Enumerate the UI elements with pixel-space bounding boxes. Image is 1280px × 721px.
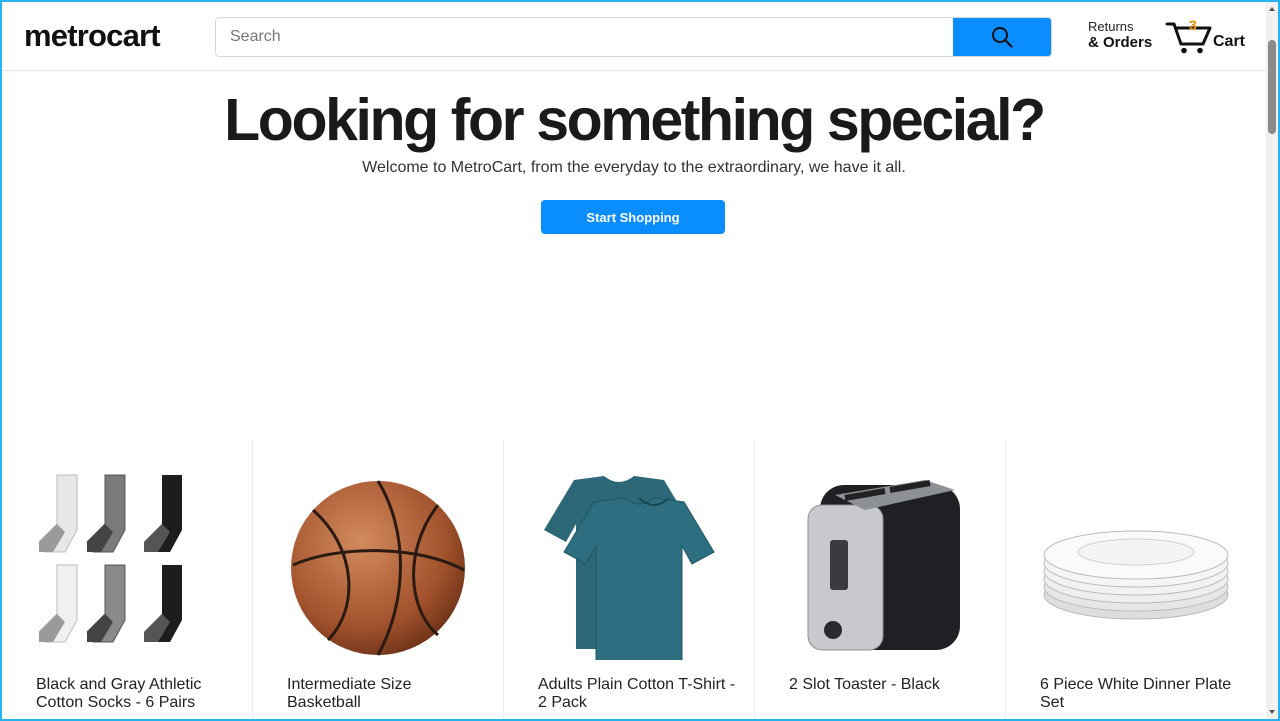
socks-image bbox=[38, 474, 182, 643]
basketball-image bbox=[291, 480, 465, 656]
orders-label: & Orders bbox=[1088, 34, 1153, 51]
site-logo[interactable]: metrocart bbox=[24, 18, 161, 54]
product-card[interactable]: 2 Slot Toaster - Black bbox=[755, 440, 1006, 719]
plates-image bbox=[1043, 530, 1229, 620]
page-scrollbar[interactable] bbox=[1266, 2, 1278, 719]
scrollbar-thumb[interactable] bbox=[1268, 40, 1276, 134]
hero-subtitle: Welcome to MetroCart, from the everyday … bbox=[362, 159, 906, 176]
search-bar bbox=[215, 17, 1052, 57]
toaster-image bbox=[807, 480, 960, 651]
product-name[interactable]: Adults Plain Cotton T-Shirt - 2 Pack bbox=[538, 676, 738, 712]
product-card[interactable]: Adults Plain Cotton T-Shirt - 2 Pack bbox=[504, 440, 755, 719]
cart-count-badge: 3 bbox=[1189, 17, 1197, 33]
scroll-up-arrow-icon[interactable] bbox=[1266, 2, 1278, 16]
product-name[interactable]: 6 Piece White Dinner Plate Set bbox=[1040, 676, 1240, 712]
browser-viewport: metrocart Returns & Orders 3 Cart L bbox=[0, 0, 1280, 721]
product-name[interactable]: Black and Gray Athletic Cotton Socks - 6… bbox=[36, 676, 236, 712]
returns-orders-link[interactable]: Returns & Orders bbox=[1088, 19, 1152, 51]
product-grid: Black and Gray Athletic Cotton Socks - 6… bbox=[2, 440, 1266, 719]
product-card[interactable]: Intermediate Size Basketball bbox=[253, 440, 504, 719]
hero-title: Looking for something special? bbox=[224, 87, 1046, 153]
scroll-down-arrow-icon[interactable] bbox=[1266, 705, 1278, 719]
tshirt-image bbox=[544, 476, 715, 660]
cart-label: Cart bbox=[1213, 33, 1246, 50]
search-icon bbox=[992, 27, 1013, 48]
search-button[interactable] bbox=[953, 18, 1051, 56]
search-input[interactable] bbox=[216, 18, 980, 56]
product-name[interactable]: 2 Slot Toaster - Black bbox=[789, 676, 989, 694]
product-card[interactable]: Black and Gray Athletic Cotton Socks - 6… bbox=[2, 440, 253, 719]
returns-label: Returns bbox=[1088, 19, 1134, 34]
cart-button[interactable]: 3 Cart bbox=[1165, 17, 1247, 57]
product-card[interactable]: 6 Piece White Dinner Plate Set bbox=[1006, 440, 1256, 719]
site-header: metrocart Returns & Orders 3 Cart bbox=[2, 2, 1266, 71]
product-name[interactable]: Intermediate Size Basketball bbox=[287, 676, 487, 712]
start-shopping-button[interactable]: Start Shopping bbox=[541, 200, 725, 234]
